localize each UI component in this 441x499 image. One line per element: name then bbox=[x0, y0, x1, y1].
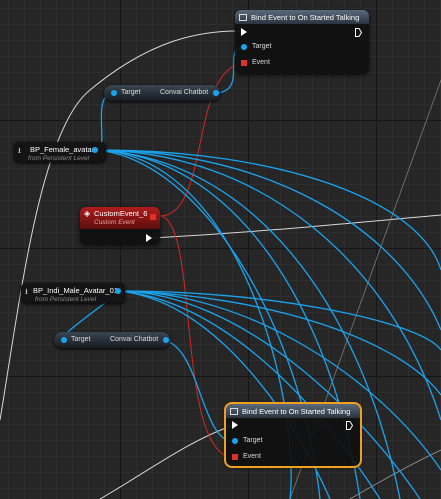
object-pin-icon bbox=[241, 43, 247, 50]
wire-layer bbox=[0, 30, 441, 499]
variable-name: BP_Indi_Male_Avatar_01 bbox=[33, 286, 118, 295]
bind-event-node-top[interactable]: Bind Event to On Started Talking Target … bbox=[235, 10, 369, 74]
target-pin[interactable]: Target bbox=[232, 437, 262, 444]
exec-wire[interactable] bbox=[151, 214, 441, 239]
node-header[interactable]: Bind Event to On Started Talking bbox=[226, 404, 360, 418]
exec-out-pin[interactable] bbox=[346, 421, 353, 430]
function-icon bbox=[230, 407, 238, 415]
actor-reference-icon: ⭳ bbox=[18, 146, 21, 155]
pin-label: Target bbox=[71, 336, 91, 343]
delegate-pin-icon bbox=[232, 453, 238, 460]
variable-name: BP_Female_avatar bbox=[30, 145, 95, 154]
pin-label: Convai Chatbot bbox=[110, 336, 159, 343]
event-icon: ◈ bbox=[84, 209, 91, 218]
pin-label: Event bbox=[243, 453, 261, 460]
pin-label: Target bbox=[121, 89, 141, 96]
node-title: Bind Event to On Started Talking bbox=[242, 406, 351, 416]
exec-out-pin[interactable] bbox=[146, 234, 152, 242]
variable-subtitle: from Persistent Level bbox=[35, 296, 97, 303]
event-pin[interactable]: Event bbox=[241, 59, 270, 66]
variable-subtitle: from Persistent Level bbox=[28, 155, 90, 162]
target-pin[interactable]: Target bbox=[111, 89, 140, 96]
function-icon bbox=[239, 13, 247, 21]
exec-out-icon bbox=[346, 421, 353, 430]
delegate-pin-icon[interactable] bbox=[150, 214, 156, 220]
delegate-pin-icon bbox=[241, 59, 247, 66]
pin-label: Target bbox=[252, 43, 272, 50]
pin-label: Target bbox=[243, 437, 263, 444]
object-pin-icon[interactable] bbox=[115, 288, 121, 294]
object-pin-icon bbox=[213, 89, 220, 96]
object-pin-icon[interactable] bbox=[92, 147, 98, 153]
exec-out-icon bbox=[355, 28, 362, 37]
exec-in-pin[interactable] bbox=[241, 28, 247, 36]
object-pin-icon bbox=[111, 89, 117, 96]
pin-label: Event bbox=[252, 59, 270, 66]
convai-chatbot-getter[interactable]: Target Convai Chatbot bbox=[54, 332, 170, 348]
bind-event-node-bottom[interactable]: Bind Event to On Started Talking Target … bbox=[224, 402, 362, 468]
exec-arrow-icon bbox=[146, 234, 152, 242]
convai-chatbot-getter[interactable]: Target Convai Chatbot bbox=[104, 85, 220, 101]
output-pin[interactable]: Convai Chatbot bbox=[160, 89, 220, 96]
target-pin[interactable]: Target bbox=[61, 336, 90, 343]
node-subtitle: Custom Event bbox=[94, 219, 135, 226]
node-header[interactable]: Bind Event to On Started Talking bbox=[235, 10, 369, 24]
event-pin[interactable]: Event bbox=[232, 453, 261, 460]
bp-female-avatar-reference[interactable]: ⭳ BP_Female_avatar from Persistent Level bbox=[14, 142, 106, 162]
actor-reference-icon: ⭳ bbox=[25, 287, 28, 296]
output-pin[interactable]: Convai Chatbot bbox=[110, 336, 170, 343]
exec-arrow-icon bbox=[241, 28, 247, 36]
node-header[interactable]: ◈ CustomEvent_6 Custom Event bbox=[80, 207, 160, 229]
blueprint-graph-canvas[interactable]: Bind Event to On Started Talking Target … bbox=[0, 0, 441, 499]
bp-indi-male-avatar-reference[interactable]: ⭳ BP_Indi_Male_Avatar_01 from Persistent… bbox=[21, 283, 125, 303]
exec-arrow-icon bbox=[232, 421, 238, 429]
exec-out-pin[interactable] bbox=[355, 28, 362, 37]
exec-in-pin[interactable] bbox=[232, 421, 238, 429]
exec-wire[interactable] bbox=[99, 424, 235, 499]
object-pin-icon bbox=[232, 437, 238, 444]
target-pin[interactable]: Target bbox=[241, 43, 271, 50]
delegate-wire[interactable] bbox=[159, 215, 235, 459]
custom-event-node[interactable]: ◈ CustomEvent_6 Custom Event bbox=[80, 207, 160, 245]
node-title: Bind Event to On Started Talking bbox=[251, 12, 360, 22]
object-pin-icon bbox=[61, 336, 67, 343]
object-pin-icon bbox=[163, 336, 170, 343]
node-title: CustomEvent_6 bbox=[94, 209, 148, 218]
pin-label: Convai Chatbot bbox=[160, 89, 209, 96]
